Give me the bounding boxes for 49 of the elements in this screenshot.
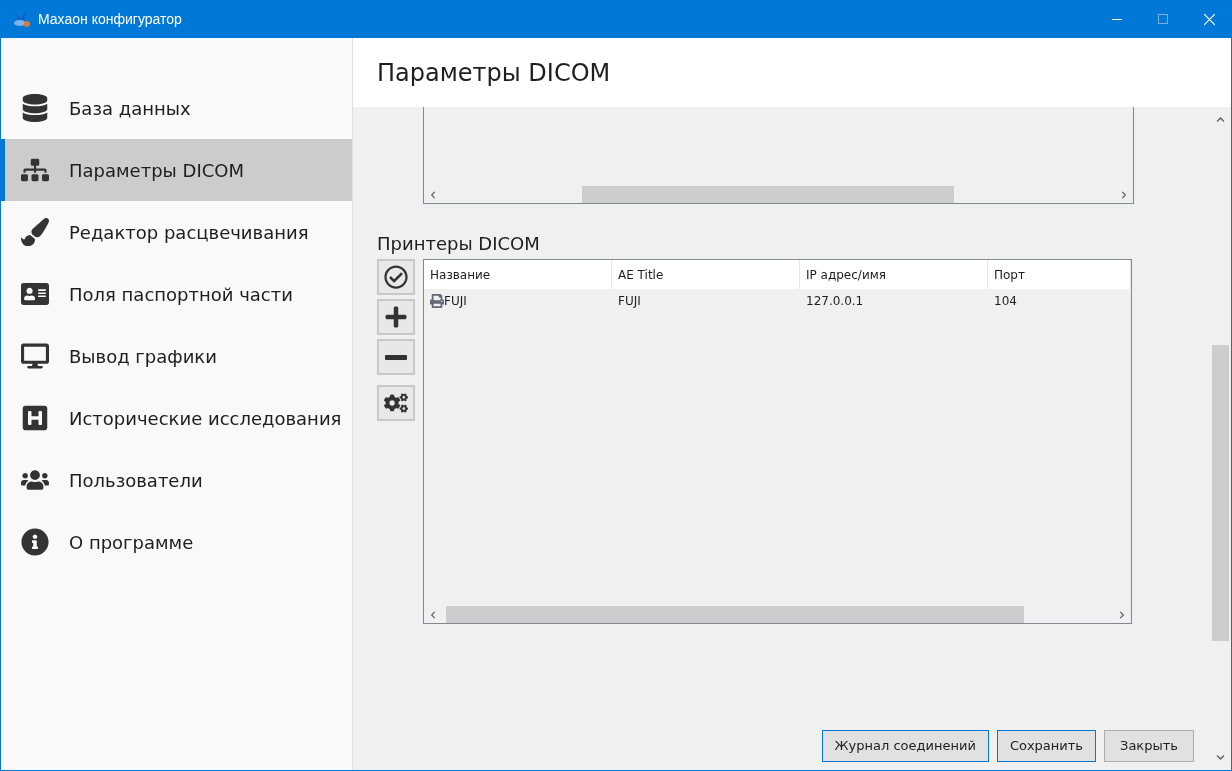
window-title: Махаон конфигуратор — [38, 9, 182, 29]
dialog-button[interactable]: Закрыть — [1104, 730, 1194, 762]
minimize-icon — [1112, 18, 1122, 20]
table-cell-text: 127.0.0.1 — [806, 293, 864, 310]
sidebar-item[interactable]: Редактор расцвечивания — [1, 201, 352, 263]
table-cell-text: 104 — [994, 293, 1017, 310]
scroll-down-icon[interactable] — [1216, 753, 1225, 762]
scroll-up-icon[interactable] — [1216, 115, 1225, 124]
printer-icon — [430, 294, 444, 308]
page-title: Параметры DICOM — [377, 57, 611, 89]
sidebar-item[interactable]: Поля паспортной части — [1, 263, 352, 325]
sidebar-item[interactable]: База данных — [1, 77, 352, 139]
plus-icon — [384, 305, 408, 329]
check-button[interactable] — [377, 259, 415, 295]
column-header[interactable]: Порт — [988, 260, 1131, 289]
section-title: Принтеры DICOM — [377, 232, 541, 256]
dialog-button[interactable]: Журнал соединений — [821, 730, 989, 762]
scroll-left-icon[interactable] — [429, 190, 437, 199]
remove-button[interactable] — [377, 339, 415, 375]
column-header[interactable]: Название — [424, 260, 612, 289]
settings-button[interactable] — [377, 385, 415, 421]
scrollbar-thumb[interactable] — [582, 186, 954, 203]
id-card-icon — [21, 280, 49, 308]
info-icon — [21, 528, 49, 556]
gears-icon — [384, 391, 408, 415]
maximize-icon — [1158, 14, 1168, 24]
sidebar-item[interactable]: О программе — [1, 511, 352, 573]
scrollbar-thumb[interactable] — [446, 606, 1024, 623]
hierarchy-icon — [21, 156, 49, 184]
sidebar-item[interactable]: Вывод графики — [1, 325, 352, 387]
scroll-right-icon[interactable] — [1120, 190, 1128, 199]
table-cell-text: FUJI — [444, 293, 467, 310]
sidebar-item[interactable]: Пользователи — [1, 449, 352, 511]
column-header[interactable]: AE Title — [612, 260, 800, 289]
add-button[interactable] — [377, 299, 415, 335]
dialog-button[interactable]: Сохранить — [996, 730, 1096, 762]
table-cell-text: FUJI — [618, 293, 641, 310]
paintbrush-icon — [21, 218, 49, 246]
sidebar-item[interactable]: Исторические исследования — [1, 387, 352, 449]
scroll-left-icon[interactable] — [429, 610, 437, 619]
scrollbar-thumb[interactable] — [1212, 345, 1229, 641]
monitor-icon — [21, 342, 49, 370]
close-icon — [1203, 13, 1215, 25]
database-icon — [21, 94, 49, 122]
column-header[interactable]: IP адрес/имя — [800, 260, 988, 289]
scroll-right-icon[interactable] — [1118, 610, 1126, 619]
minus-icon — [385, 354, 407, 360]
sidebar-item[interactable]: Параметры DICOM — [1, 139, 352, 201]
app-logo-icon — [12, 10, 32, 28]
